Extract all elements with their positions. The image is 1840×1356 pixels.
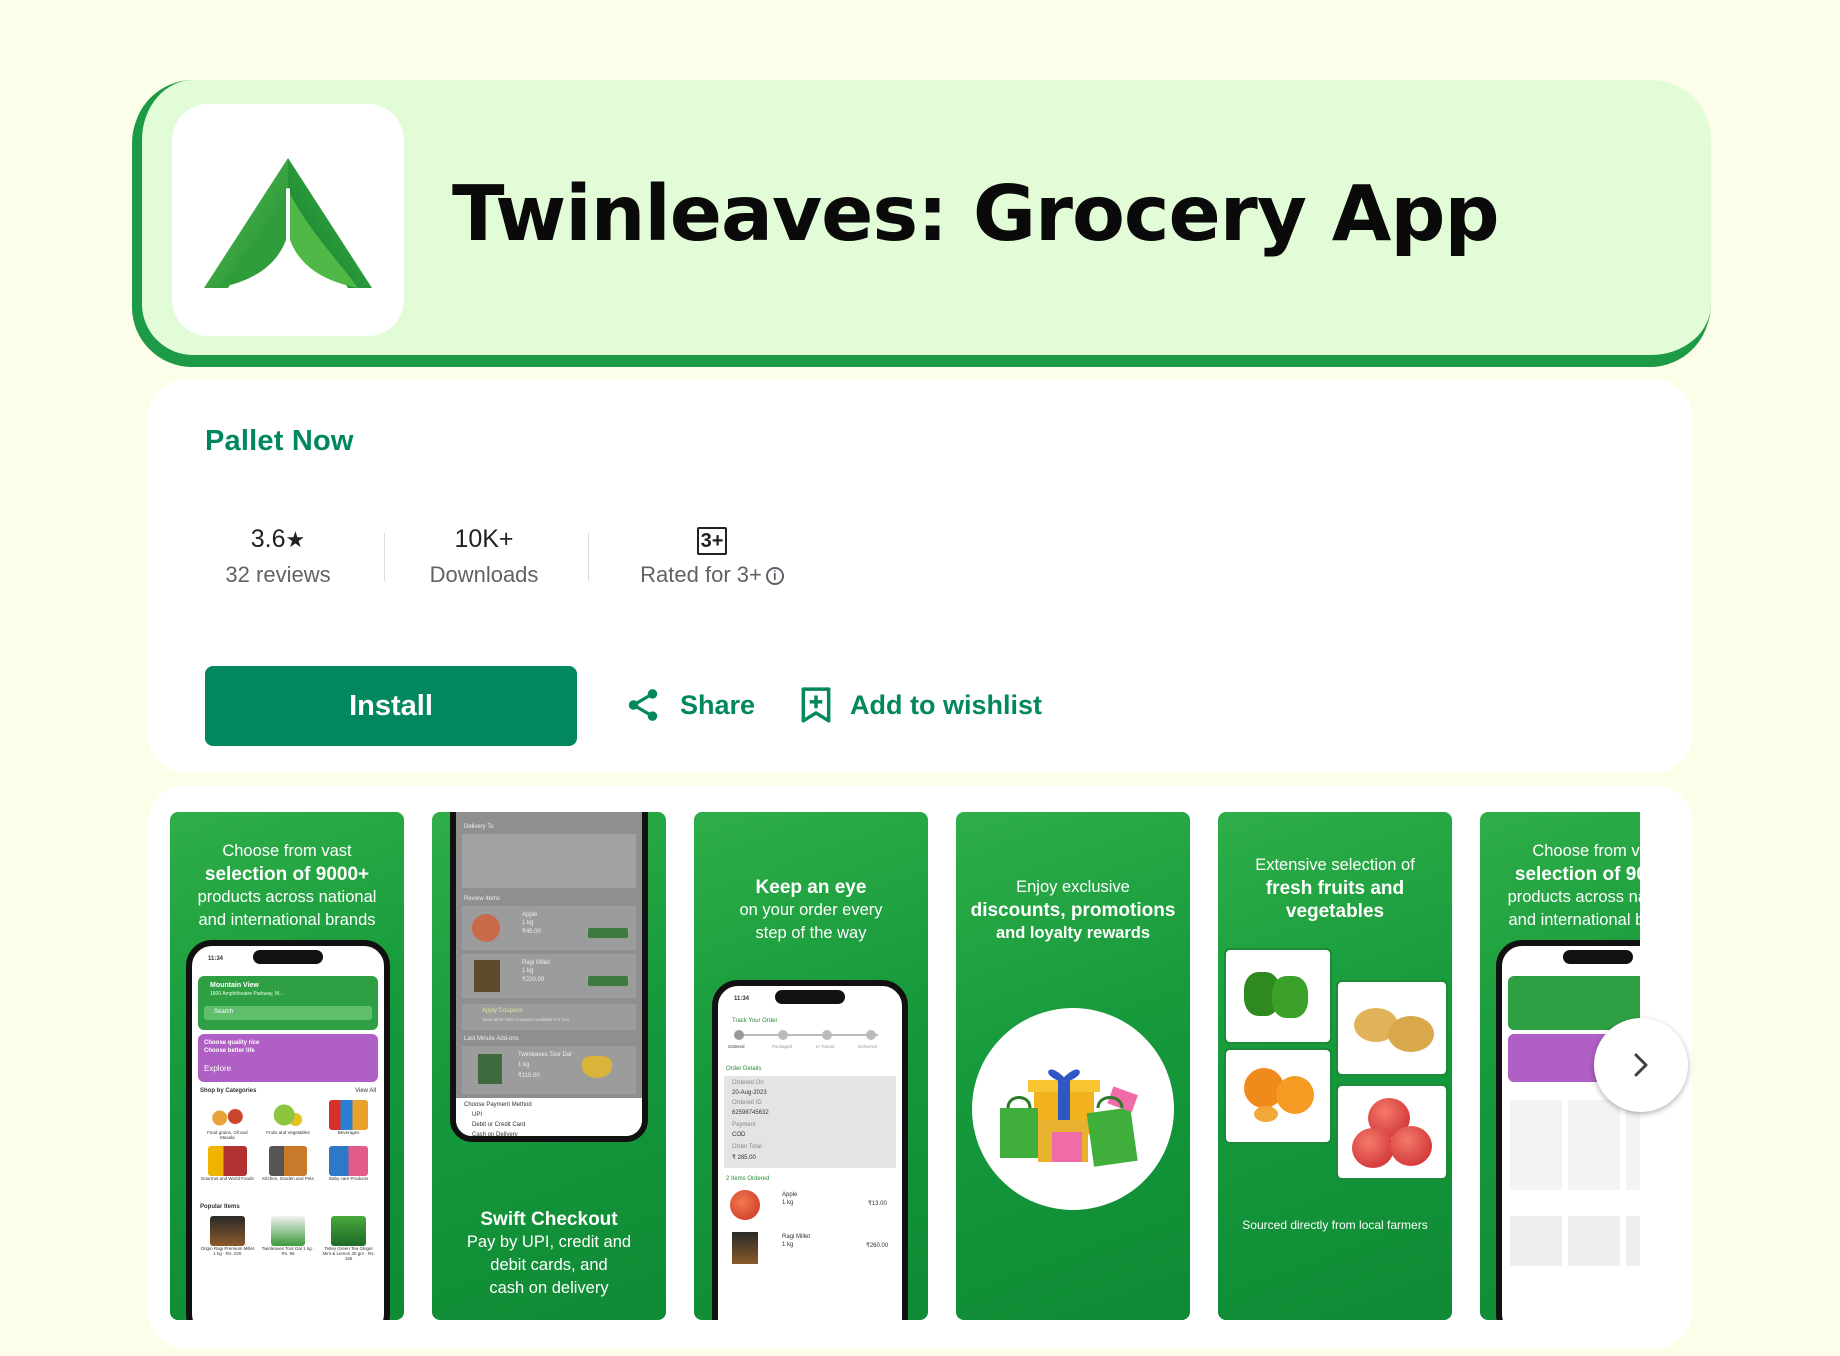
downloads-label: Downloads (429, 562, 539, 587)
caption-line: cash on delivery (489, 1279, 609, 1297)
caption-line: step of the way (755, 924, 867, 942)
caption-line: Choose from vast (222, 842, 352, 860)
rating-stat[interactable]: 3.6★ 32 reviews (208, 522, 348, 588)
caption-line: Choose from vast (1532, 842, 1640, 860)
caption-line: debit cards, and (490, 1256, 608, 1274)
share-button[interactable]: Share (624, 686, 755, 724)
wishlist-label: Add to wishlist (850, 689, 1042, 720)
reviews-count: 32 reviews (225, 562, 331, 587)
phone-mockup: 11:34 Track Your Order Ordered Packaged … (712, 980, 908, 1320)
caption-line: on your order every (739, 901, 883, 919)
content-rating-label: Rated for 3+ (640, 562, 762, 587)
caption-line: Extensive selection of (1255, 856, 1415, 874)
add-to-wishlist-button[interactable]: Add to wishlist (800, 686, 1042, 724)
caption-line: and loyalty rewards (995, 924, 1151, 942)
caption-line: products across national (197, 888, 377, 906)
rating-value: 3.6 (250, 525, 286, 553)
share-icon (628, 689, 658, 721)
screenshot-2[interactable]: Delivery To Review Items Apple 1 kg ₹45.… (432, 812, 666, 1320)
downloads-value: 10K+ (454, 525, 514, 553)
stat-divider (588, 533, 589, 581)
content-rating-stat[interactable]: 3+ Rated for 3+ i (624, 522, 800, 588)
screenshot-1[interactable]: Choose from vast selection of 9000+ prod… (170, 812, 404, 1320)
promo-banner: Choose quality rice Choose better life E… (198, 1034, 378, 1082)
phone-time: 11:34 (208, 956, 224, 962)
screenshot-3[interactable]: Keep an eye on your order every step of … (694, 812, 928, 1320)
produce-tile-orange (1224, 1048, 1332, 1144)
caption-line: Pay by UPI, credit and (466, 1233, 632, 1251)
rewards-illustration (972, 1008, 1174, 1210)
downloads-stat: 10K+ Downloads (414, 522, 554, 588)
screenshot-4[interactable]: Enjoy exclusive discounts, promotions an… (956, 812, 1190, 1320)
chevron-right-icon (1634, 1053, 1648, 1077)
app-icon (172, 104, 404, 336)
app-title: Twinleaves: Grocery App (452, 170, 1500, 259)
caption-line: and international brands (198, 911, 376, 929)
produce-tile-capsicum (1224, 948, 1332, 1044)
star-icon: ★ (285, 527, 306, 552)
carousel-next-button[interactable] (1594, 1018, 1688, 1112)
share-label: Share (680, 689, 756, 720)
produce-tile-apple (1336, 1084, 1448, 1180)
phone-mockup: Delivery To Review Items Apple 1 kg ₹45.… (450, 812, 648, 1142)
caption-line: Swift Checkout (480, 1209, 618, 1230)
caption-line: and international brands (1508, 911, 1640, 929)
caption-line: Keep an eye (755, 877, 867, 898)
caption-line: vegetables (1285, 901, 1385, 922)
age-rating-badge: 3+ (697, 527, 727, 555)
info-icon[interactable]: i (765, 567, 784, 585)
location-sub: 1600 Amphitheatre Parkway, M... (210, 991, 284, 997)
caption-line: Enjoy exclusive (1016, 878, 1130, 896)
caption-line: selection of 9000+ (1514, 864, 1640, 885)
caption-line: fresh fruits and (1265, 878, 1405, 899)
location-label: Mountain View (210, 982, 259, 989)
gift-bags-icon (1000, 1069, 1138, 1167)
caption-line: selection of 9000+ (204, 864, 370, 885)
phone-mockup: 11:34 Mountain View 1600 Amphitheatre Pa… (186, 940, 390, 1320)
phone-mockup (1496, 940, 1640, 1320)
screenshot-footer: Sourced directly from local farmers (1242, 1218, 1428, 1232)
twinleaves-logo-icon (204, 158, 372, 288)
bookmark-add-icon (801, 687, 831, 723)
developer-link[interactable]: Pallet Now (205, 425, 354, 458)
screenshot-carousel[interactable]: Choose from vast selection of 9000+ prod… (170, 812, 1640, 1322)
caption-line: discounts, promotions (970, 900, 1176, 921)
caption-line: products across national (1507, 888, 1640, 906)
stat-divider (384, 533, 385, 581)
install-button[interactable]: Install (205, 666, 577, 746)
search-placeholder: Search (214, 1009, 234, 1015)
produce-tile-potato (1336, 980, 1448, 1076)
screenshot-5[interactable]: Extensive selection of fresh fruits and … (1218, 812, 1452, 1320)
